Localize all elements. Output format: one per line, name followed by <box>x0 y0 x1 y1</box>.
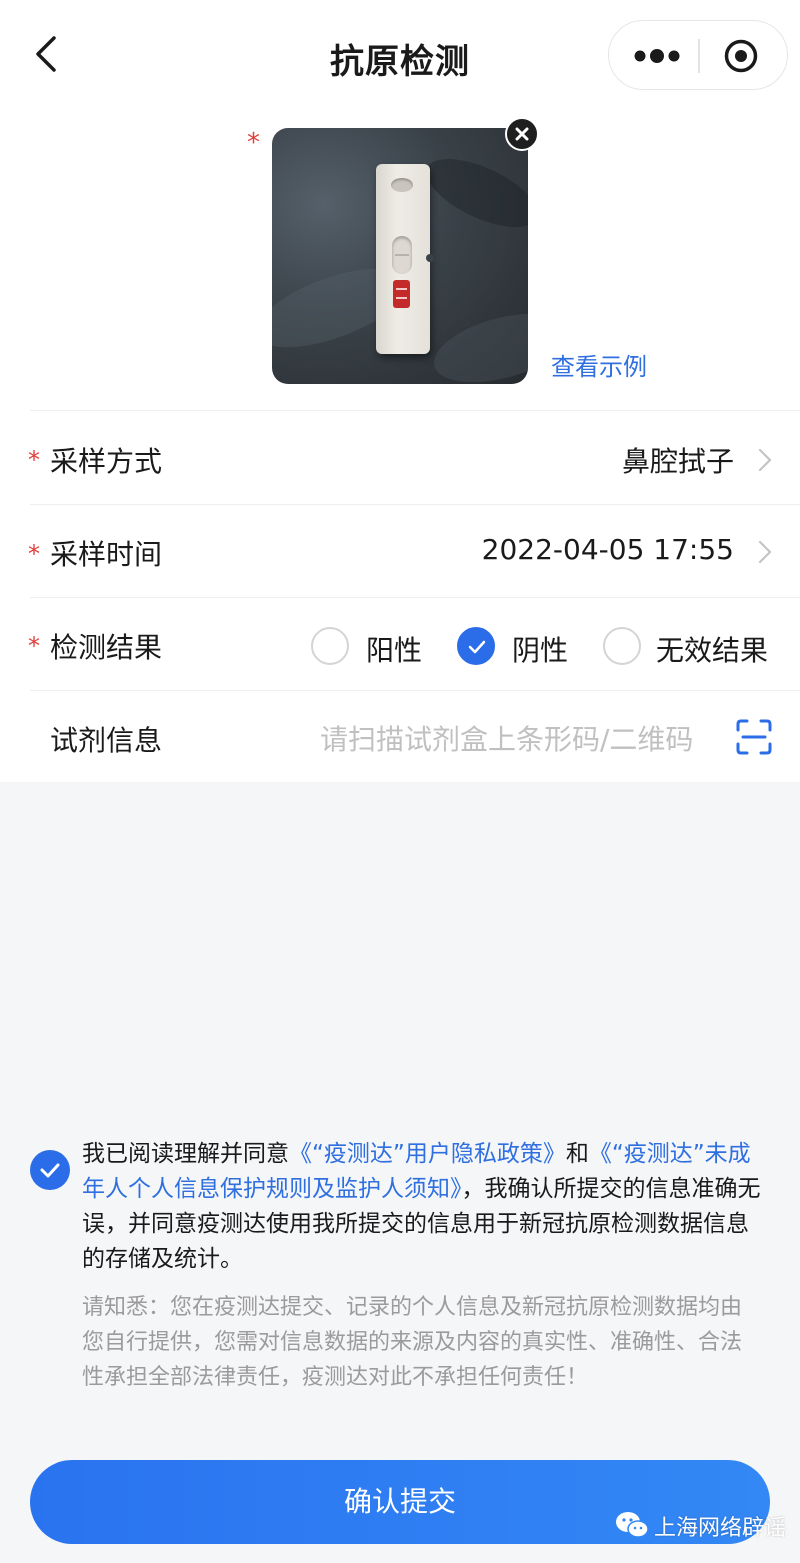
capsule-divider <box>698 39 700 73</box>
chevron-right-icon[interactable] <box>758 448 772 472</box>
divider <box>30 410 800 411</box>
remove-photo-icon[interactable] <box>505 117 539 151</box>
agreement-text: 我已阅读理解并同意《“疫测达”用户隐私政策》和《“疫测达”未成年人个人信息保护规… <box>82 1141 761 1272</box>
required-mark: * <box>28 632 40 660</box>
mini-program-capsule <box>608 20 788 90</box>
agreement-checkbox[interactable] <box>30 1150 70 1190</box>
divider <box>30 690 800 691</box>
navigation-bar: 抗原检测 <box>0 0 800 110</box>
radio-negative-label[interactable]: 阴性 <box>512 629 568 669</box>
radio-invalid-label[interactable]: 无效结果 <box>656 629 768 669</box>
radio-negative[interactable] <box>457 627 495 665</box>
wechat-icon <box>614 1510 650 1540</box>
required-mark: * <box>28 540 40 568</box>
reagent-code-input[interactable]: 请扫描试剂盒上条形码/二维码 <box>320 718 693 758</box>
sampling-time-label: 采样时间 <box>50 538 163 571</box>
sampling-time-value[interactable]: 2022-04-05 17:55 <box>482 533 734 566</box>
radio-positive-label[interactable]: 阳性 <box>366 629 422 669</box>
test-result-label: 检测结果 <box>50 631 163 664</box>
privacy-policy-link[interactable]: 《“疫测达”用户隐私政策》 <box>289 1141 566 1167</box>
more-icon[interactable] <box>631 47 683 65</box>
reagent-info-label: 试剂信息 <box>50 724 163 757</box>
watermark-text: 上海网络辟谣 <box>654 1516 787 1541</box>
scan-icon[interactable] <box>735 718 773 756</box>
view-example-link[interactable]: 查看示例 <box>551 347 647 382</box>
required-mark: * <box>28 446 40 474</box>
test-result-photo[interactable] <box>272 128 528 384</box>
divider <box>30 504 800 505</box>
sampling-method-value[interactable]: 鼻腔拭子 <box>622 440 734 480</box>
test-cassette-image <box>376 164 434 354</box>
required-mark: * <box>247 128 260 158</box>
chevron-right-icon[interactable] <box>758 540 772 564</box>
legal-notice: 请知悉：您在疫测达提交、记录的个人信息及新冠抗原检测数据均由您自行提供，您需对信… <box>82 1295 743 1390</box>
close-miniprogram-icon[interactable] <box>723 38 759 74</box>
sampling-method-label: 采样方式 <box>50 445 163 478</box>
radio-invalid[interactable] <box>603 627 641 665</box>
divider <box>30 597 800 598</box>
radio-positive[interactable] <box>311 627 349 665</box>
